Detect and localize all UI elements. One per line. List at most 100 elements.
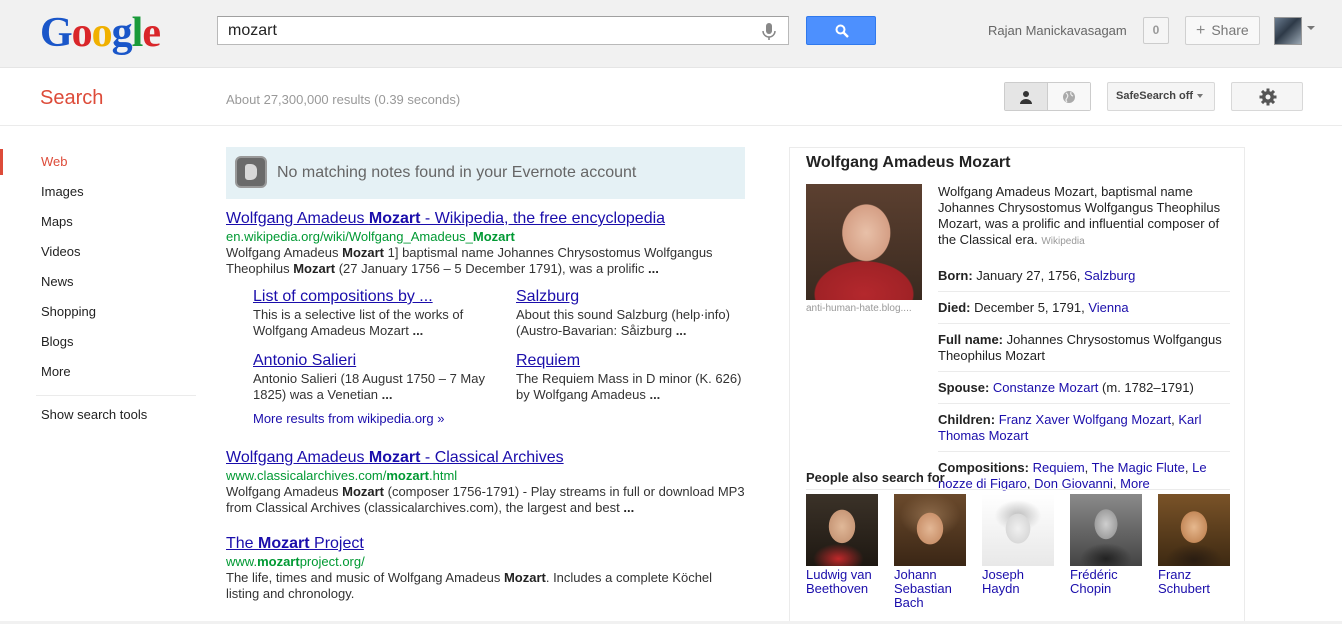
search-input[interactable] [218, 17, 748, 44]
related-person-image[interactable] [806, 494, 878, 566]
fact-children-label: Children: [938, 412, 996, 427]
logo-letter: o [91, 10, 113, 56]
nav-item-shopping[interactable]: Shopping [0, 297, 200, 327]
search-box[interactable] [217, 16, 789, 45]
related-person-name[interactable]: Franz Schubert [1158, 568, 1230, 596]
related-person[interactable]: Frédéric Chopin [1070, 494, 1142, 596]
result-url-bold: mozart [386, 468, 429, 483]
related-person-image[interactable] [982, 494, 1054, 566]
result-title-link[interactable]: The Mozart Project [226, 534, 746, 554]
sitelink: Antonio Salieri Antonio Salieri (18 Augus… [253, 351, 516, 403]
kp-portrait-image[interactable] [806, 184, 922, 300]
kp-photo-credit[interactable]: anti-human-hate.blog.... [806, 303, 912, 314]
nav-item-images[interactable]: Images [0, 177, 200, 207]
google-logo[interactable]: Google [40, 10, 161, 56]
result-snippet-text: (27 January 1756 – 5 December 1791), was… [335, 261, 648, 276]
sitelink-title-link[interactable]: List of compositions by ... [253, 287, 516, 307]
nav-item-videos[interactable]: Videos [0, 237, 200, 267]
knowledge-panel: Wolfgang Amadeus Mozart anti-human-hate.… [789, 147, 1245, 624]
sitelink-title-link[interactable]: Antonio Salieri [253, 351, 516, 371]
result-url-bold: Mozart [472, 229, 515, 244]
fact-spouse-link[interactable]: Constanze Mozart [993, 380, 1099, 395]
sitelink-ellipsis: ... [381, 387, 393, 402]
search-button[interactable] [806, 16, 876, 45]
sitelink-snippet-text: This is a selective list of the works of… [253, 307, 464, 338]
related-person-name[interactable]: Frédéric Chopin [1070, 568, 1142, 596]
notification-count-button[interactable]: 0 [1143, 17, 1169, 44]
nav-item-more[interactable]: More [0, 357, 200, 387]
left-nav: Web Images Maps Videos News Shopping Blogs More… [0, 147, 200, 425]
related-person[interactable]: Joseph Haydn [982, 494, 1054, 596]
evernote-elephant-icon [235, 156, 267, 188]
related-person-image[interactable] [894, 494, 966, 566]
settings-button[interactable] [1231, 82, 1303, 111]
result-snippet: Wolfgang Amadeus Mozart 1] baptismal nam… [226, 245, 746, 277]
personal-results-toggle [1004, 82, 1091, 111]
chevron-down-icon[interactable] [1307, 26, 1315, 30]
result-title-text: The [226, 535, 259, 552]
sitelink-snippet: This is a selective list of the works of… [253, 307, 516, 339]
result-stats: About 27,300,000 results (0.39 seconds) [226, 92, 461, 107]
result-title-link[interactable]: Wolfgang Amadeus Mozart - Classical Arch… [226, 448, 746, 468]
share-label: Share [1211, 22, 1249, 38]
related-person[interactable]: Franz Schubert [1158, 494, 1230, 596]
microphone-icon[interactable] [762, 23, 776, 41]
related-person-name[interactable]: Ludwig van Beethoven [806, 568, 878, 596]
user-name-link[interactable]: Rajan Manickavasagam [988, 23, 1127, 38]
sitelink: Salzburg About this sound Salzburg (help·… [516, 287, 756, 339]
fact-fullname: Full name: Johannes Chrysostomus Wolfgan… [938, 332, 1230, 372]
avatar[interactable] [1274, 17, 1302, 45]
result-url-text: www. [226, 554, 258, 569]
related-person[interactable]: Johann Sebastian Bach [894, 494, 966, 610]
sitelink-ellipsis: ... [412, 323, 424, 338]
result-snippet: Wolfgang Amadeus Mozart (composer 1756-1… [226, 484, 746, 516]
result-title-text: Wolfgang Amadeus [226, 210, 369, 227]
result-title-text: - Wikipedia, the free encyclopedia [420, 210, 666, 227]
result-snippet-bold: Mozart [342, 245, 385, 260]
fact-spouse-value: (m. 1782–1791) [1098, 380, 1194, 395]
logo-letter: G [40, 10, 73, 56]
personal-results-button[interactable] [1005, 83, 1048, 110]
magnifier-icon [835, 24, 849, 38]
sitelink-title-link[interactable]: Requiem [516, 351, 756, 371]
sitelink-snippet: About this sound Salzburg (help·info) (A… [516, 307, 756, 339]
fact-born: Born: January 27, 1756, Salzburg [938, 268, 1230, 292]
related-person-name[interactable]: Johann Sebastian Bach [894, 568, 966, 610]
fact-died-link[interactable]: Vienna [1088, 300, 1128, 315]
result-snippet-bold: Mozart [293, 261, 336, 276]
fact-born-link[interactable]: Salzburg [1084, 268, 1135, 283]
top-bar: Google Rajan Manickavasagam 0 + Share [0, 0, 1342, 68]
fact-children-link-1[interactable]: Franz Xaver Wolfgang Mozart [999, 412, 1171, 427]
related-person-image[interactable] [1070, 494, 1142, 566]
related-person-name[interactable]: Joseph Haydn [982, 568, 1054, 596]
search-result: The Mozart Project www.mozartproject.org/… [226, 534, 746, 602]
nav-item-news[interactable]: News [0, 267, 200, 297]
result-title-link[interactable]: Wolfgang Amadeus Mozart - Wikipedia, the… [226, 209, 746, 229]
show-search-tools-link[interactable]: Show search tools [0, 405, 200, 425]
fact-died-value: December 5, 1791, [974, 300, 1089, 315]
result-title-text: - Classical Archives [420, 449, 564, 466]
nav-item-maps[interactable]: Maps [0, 207, 200, 237]
sitelink-title-link[interactable]: Salzburg [516, 287, 756, 307]
result-snippet-text: Wolfgang Amadeus [226, 245, 343, 260]
sitelink: Requiem The Requiem Mass in D minor (K. 6… [516, 351, 756, 403]
result-title-text: Project [309, 535, 364, 552]
fact-fullname-label: Full name: [938, 332, 1004, 347]
logo-letter: g [111, 10, 133, 56]
result-title-bold: Mozart [368, 210, 421, 227]
safesearch-dropdown[interactable]: SafeSearch off [1107, 82, 1215, 111]
sitelink: List of compositions by ... This is a sel… [253, 287, 516, 339]
related-person-image[interactable] [1158, 494, 1230, 566]
kp-description-source[interactable]: Wikipedia [1041, 236, 1084, 247]
share-button[interactable]: + Share [1185, 16, 1260, 45]
search-result: Wolfgang Amadeus Mozart - Classical Arch… [226, 448, 746, 516]
nav-item-web[interactable]: Web [0, 147, 200, 177]
globe-icon [1063, 91, 1075, 103]
logo-letter: l [131, 10, 144, 56]
more-results-link[interactable]: More results from wikipedia.org » [253, 411, 746, 426]
related-person[interactable]: Ludwig van Beethoven [806, 494, 878, 596]
sitelink-ellipsis: ... [675, 323, 687, 338]
global-results-button[interactable] [1048, 83, 1090, 110]
sub-bar: Search About 27,300,000 results (0.39 se… [0, 69, 1342, 126]
nav-item-blogs[interactable]: Blogs [0, 327, 200, 357]
